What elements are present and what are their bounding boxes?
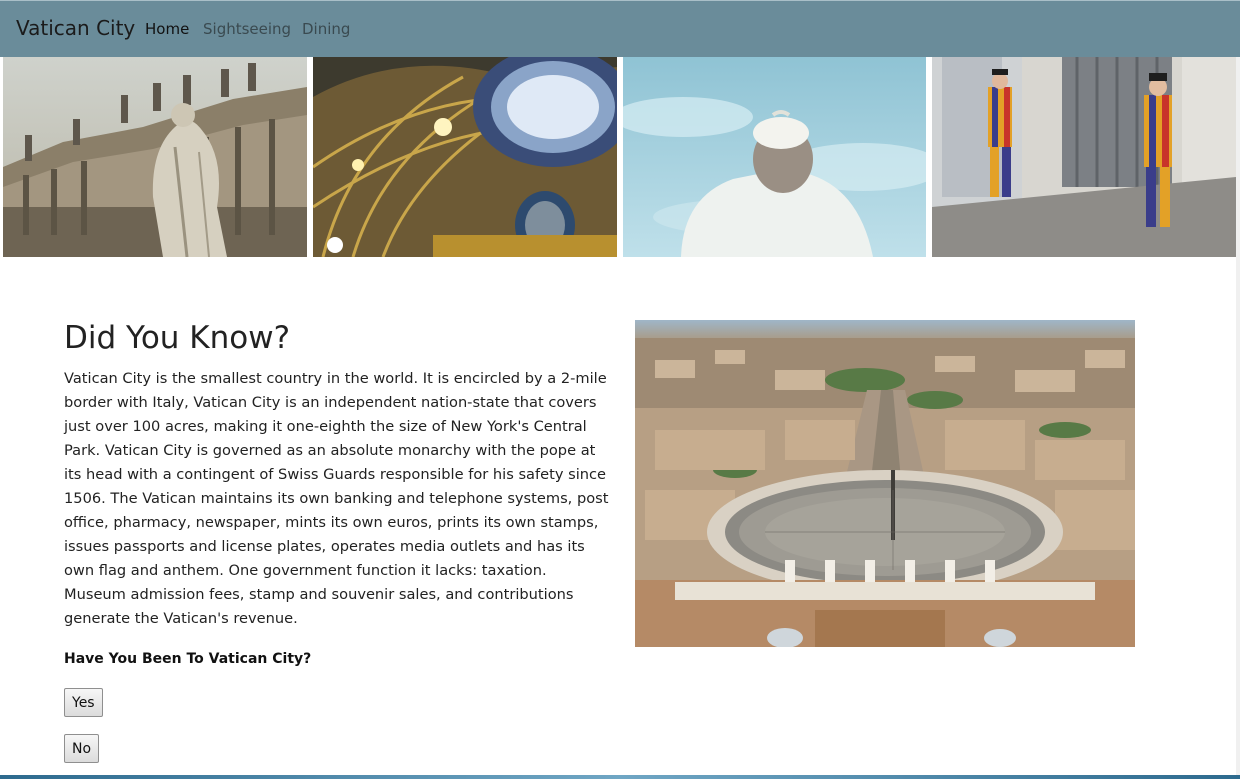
nav-sightseeing-link[interactable]: Sightseeing <box>203 20 291 38</box>
nav-home-link[interactable]: Home <box>145 20 189 38</box>
yes-button[interactable]: Yes <box>64 688 103 717</box>
article-heading: Did You Know? <box>64 320 291 356</box>
photo-facade-statues <box>3 57 307 257</box>
brand-link[interactable]: Vatican City <box>16 16 135 40</box>
article-body: Vatican City is the smallest country in … <box>64 370 609 627</box>
photo-dome-interior <box>313 57 617 257</box>
aerial-square-photo <box>635 320 1135 647</box>
visit-question: Have You Been To Vatican City? <box>64 651 312 667</box>
window-bottom-bar <box>0 775 1240 779</box>
photo-swiss-guards <box>932 57 1236 257</box>
no-button[interactable]: No <box>64 734 100 763</box>
nav-dining-link[interactable]: Dining <box>302 20 350 38</box>
photo-pope-sky <box>623 57 926 257</box>
top-navbar: Vatican City Home Sightseeing Dining <box>0 0 1240 57</box>
scrollbar-track[interactable] <box>1236 57 1240 775</box>
